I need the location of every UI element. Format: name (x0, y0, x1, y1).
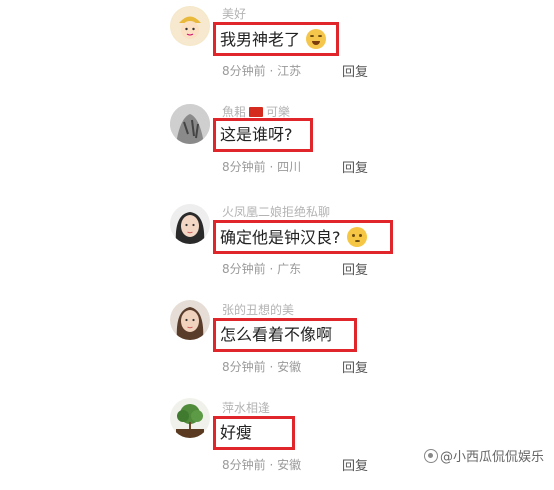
comment-text-content: 我男神老了 (220, 30, 301, 49)
comment-item: 萍水相逢 好瘦 8分钟前 · 安徽 回复 (0, 394, 554, 490)
comment-text: 好瘦 (220, 423, 253, 442)
comment-text: 我男神老了 (220, 29, 327, 50)
comment-item: 张的丑想的美 怎么看着不像啊 8分钟前 · 安徽 回复 (0, 296, 554, 392)
username-text: 魚耜 (222, 105, 247, 119)
reply-button[interactable]: 回复 (342, 357, 368, 376)
comment-text: 这是谁呀? (220, 125, 293, 144)
comment-meta: 8分钟前 · 广东 (222, 262, 302, 276)
thinking-emoji-icon (346, 227, 367, 247)
comment-meta: 8分钟前 · 安徽 (222, 458, 302, 472)
reply-button[interactable]: 回复 (342, 455, 368, 474)
crying-laughing-emoji-icon (306, 29, 327, 49)
avatar-woman-photo[interactable] (170, 204, 210, 244)
avatar-woman-photo[interactable] (170, 300, 210, 340)
avatar-cartoon-monk[interactable] (170, 6, 210, 46)
comment-text: 确定他是钟汉良? (220, 227, 367, 248)
username[interactable]: 张的丑想的美 (222, 301, 294, 318)
comment-text-content: 确定他是钟汉良? (220, 228, 341, 247)
username[interactable]: 萍水相逢 (222, 399, 270, 416)
comment-meta: 8分钟前 · 四川 (222, 160, 302, 174)
username-suffix: 可樂 (266, 105, 291, 119)
comment-meta: 8分钟前 · 江苏 (222, 64, 302, 78)
username[interactable]: 火凤凰二娘拒绝私聊 (222, 203, 330, 220)
comment-item: 火凤凰二娘拒绝私聊 确定他是钟汉良? 8分钟前 · 广东 回复 (0, 196, 554, 292)
reply-button[interactable]: 回复 (342, 259, 368, 278)
watermark-text: @小西瓜侃侃娱乐 (439, 450, 544, 465)
comment-meta: 8分钟前 · 安徽 (222, 360, 302, 374)
china-flag-icon (249, 107, 264, 117)
username[interactable]: 美好 (222, 5, 246, 22)
comment-item: 美好 我男神老了 8分钟前 · 江苏 回复 (0, 0, 554, 96)
reply-button[interactable]: 回复 (342, 157, 368, 176)
watermark-logo-icon (423, 449, 438, 463)
comment-text: 怎么看着不像啊 (220, 325, 333, 344)
reply-button[interactable]: 回复 (342, 61, 368, 80)
comment-item: 魚耜 可樂 这是谁呀? 8分钟前 · 四川 回复 (0, 96, 554, 192)
avatar-plant[interactable] (170, 398, 210, 438)
watermark: @小西瓜侃侃娱乐 (423, 446, 544, 465)
avatar-tiger[interactable] (170, 104, 210, 144)
